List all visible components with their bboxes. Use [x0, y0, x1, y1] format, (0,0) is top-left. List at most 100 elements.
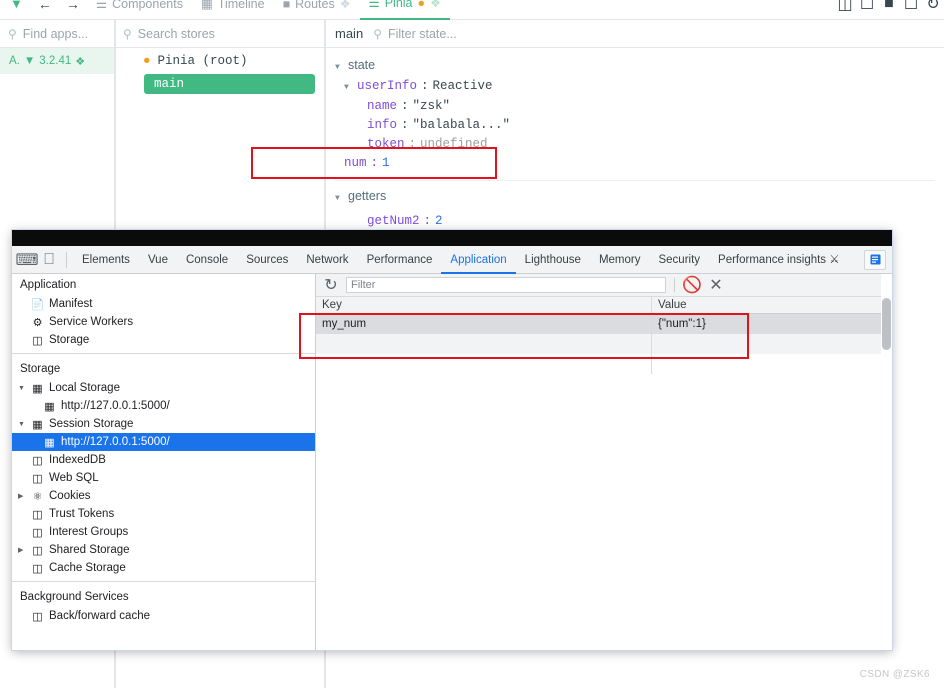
state-value: "balabala..."	[412, 118, 511, 132]
inspect-element-icon[interactable]: ⌨	[15, 247, 38, 273]
sidebar-item-local-storage-origin[interactable]: ▦ http://127.0.0.1:5000/	[12, 397, 315, 415]
filter-input[interactable]: Filter	[346, 277, 666, 293]
clear-all-icon[interactable]: 🚫	[682, 276, 702, 294]
cell-value[interactable]: {"num":1}	[652, 314, 892, 334]
sidebar-item-shared-storage[interactable]: ▶ ◫ Shared Storage	[12, 541, 315, 559]
gear-icon: ⚙	[32, 316, 43, 329]
tab-memory[interactable]: Memory	[590, 246, 650, 274]
window-layout-icon[interactable]: ☐	[900, 0, 922, 20]
sidebar-item-session-storage-origin[interactable]: ▦ http://127.0.0.1:5000/	[12, 433, 315, 451]
sidebar-item-session-storage[interactable]: ▼ ▦ Session Storage	[12, 415, 315, 433]
tab-performance-insights[interactable]: Performance insights ⚔	[709, 246, 849, 274]
state-key: num	[344, 156, 367, 170]
dark-mode-icon[interactable]: ■	[878, 0, 900, 20]
tab-security[interactable]: Security	[649, 246, 709, 274]
search-icon: ⚲	[123, 26, 132, 41]
state-row-num[interactable]: num: 1	[335, 154, 944, 173]
database-icon: ◫	[32, 472, 43, 485]
cell-value[interactable]	[652, 354, 892, 374]
app-list-item[interactable]: A. ▼ 3.2.41 ❖	[0, 48, 114, 74]
table-row[interactable]: my_num {"num":1}	[316, 314, 892, 334]
sidebar-item-web-sql[interactable]: ▶ ◫ Web SQL	[12, 469, 315, 487]
sidebar-layout-icon[interactable]: ◫	[834, 0, 856, 20]
tab-vue[interactable]: Vue	[139, 246, 177, 274]
table-row[interactable]	[316, 354, 892, 374]
sidebar-item-label: Session Storage	[49, 418, 134, 430]
tab-elements[interactable]: Elements	[73, 246, 139, 274]
vertical-scrollbar[interactable]	[881, 274, 892, 650]
sidebar-item-manifest[interactable]: ▶ 📄 Manifest	[12, 295, 315, 313]
refresh-icon[interactable]: ↻	[922, 0, 944, 20]
devtools-drawer-icon[interactable]	[864, 249, 886, 270]
tab-performance[interactable]: Performance	[358, 246, 442, 274]
search-stores-input[interactable]: ⚲ Search stores	[115, 20, 324, 48]
state-row-name[interactable]: name: "zsk"	[335, 97, 944, 116]
getters-group-label: getters	[348, 189, 387, 203]
sidebar-item-storage[interactable]: ▶ ◫ Storage	[12, 331, 315, 349]
sidebar-item-service-workers[interactable]: ▶ ⚙ Service Workers	[12, 313, 315, 331]
chevron-down-icon[interactable]: ▼	[18, 385, 26, 392]
state-row-info[interactable]: info: "balabala..."	[335, 116, 944, 135]
store-item-main[interactable]: main	[144, 74, 315, 94]
state-group-header[interactable]: ▼ state	[335, 56, 944, 77]
filter-state-placeholder: Filter state...	[387, 26, 457, 41]
state-key: userInfo	[357, 79, 418, 93]
column-header-value[interactable]: Value	[652, 297, 892, 313]
pinia-list-icon: ☰	[368, 0, 380, 10]
app-name: A.	[9, 55, 20, 67]
tab-sources[interactable]: Sources	[237, 246, 297, 274]
tab-performance-insights-label: Performance insights	[718, 253, 827, 266]
cell-key[interactable]	[316, 334, 652, 354]
tab-lighthouse[interactable]: Lighthouse	[516, 246, 590, 274]
getters-row-getnum2[interactable]: getNum2: 2	[335, 208, 944, 231]
timeline-icon: ▦	[200, 0, 213, 11]
sidebar-item-label: Cache Storage	[49, 562, 126, 574]
column-header-key[interactable]: Key	[316, 297, 652, 313]
chevron-right-icon[interactable]: ▶	[18, 492, 26, 500]
tab-application[interactable]: Application	[441, 246, 515, 274]
table-row[interactable]	[316, 334, 892, 354]
sidebar-item-label: Cookies	[49, 490, 91, 502]
state-value: Reactive	[432, 79, 493, 93]
sidebar-item-cookies[interactable]: ▶ ⚛ Cookies	[12, 487, 315, 505]
arrow-forward-icon[interactable]: →	[59, 0, 87, 12]
tab-pinia[interactable]: ☰ Pinia ● ❖	[359, 0, 450, 20]
cell-key[interactable]	[316, 354, 652, 374]
chevron-down-icon[interactable]: ▼	[18, 421, 26, 428]
tab-console[interactable]: Console	[177, 246, 237, 274]
sidebar-item-back-forward-cache[interactable]: ▶ ◫ Back/forward cache	[12, 607, 315, 625]
cell-value[interactable]	[652, 334, 892, 354]
tab-network[interactable]: Network	[297, 246, 357, 274]
state-value: 1	[382, 156, 390, 170]
panel-layout-icon[interactable]: ☐	[856, 0, 878, 20]
sidebar-item-cache-storage[interactable]: ▶ ◫ Cache Storage	[12, 559, 315, 577]
state-row-userinfo[interactable]: ▼ userInfo: Reactive	[335, 77, 944, 97]
state-value: undefined	[420, 137, 488, 151]
device-toolbar-icon[interactable]: ⎕	[38, 247, 60, 273]
state-key: name	[367, 99, 398, 113]
sidebar-item-interest-groups[interactable]: ▶ ◫ Interest Groups	[12, 523, 315, 541]
sidebar-item-indexeddb[interactable]: ▶ ◫ IndexedDB	[12, 451, 315, 469]
scrollbar-thumb[interactable]	[882, 298, 891, 350]
search-stores-placeholder: Search stores	[137, 26, 215, 41]
store-root-label[interactable]: ● Pinia (root)	[115, 48, 324, 72]
tab-components[interactable]: ☰ Components	[87, 0, 192, 20]
find-apps-search[interactable]: ⚲ Find apps...	[0, 20, 114, 48]
state-row-token[interactable]: token: undefined	[335, 135, 944, 154]
chevron-right-icon[interactable]: ▶	[18, 546, 26, 554]
state-group-label: state	[348, 58, 376, 72]
tab-routes[interactable]: ■ Routes ❖	[274, 0, 360, 20]
table-icon: ▦	[32, 382, 43, 395]
cookie-icon: ⚛	[32, 490, 43, 503]
chevron-down-icon: ▼	[335, 194, 340, 203]
tab-timeline[interactable]: ▦ Timeline	[192, 0, 274, 20]
sidebar-item-local-storage[interactable]: ▼ ▦ Local Storage	[12, 379, 315, 397]
cell-key[interactable]: my_num	[316, 314, 652, 334]
sidebar-item-trust-tokens[interactable]: ▶ ◫ Trust Tokens	[12, 505, 315, 523]
getters-group-header[interactable]: ▼ getters	[335, 187, 944, 208]
filter-state-input[interactable]: ⚲ Filter state...	[373, 27, 457, 41]
devtools-main: Application ▶ 📄 Manifest ▶ ⚙ Service Wor…	[12, 274, 892, 650]
delete-icon[interactable]: ✕	[707, 276, 725, 294]
arrow-back-icon[interactable]: ←	[31, 0, 59, 12]
refresh-icon[interactable]: ↻	[322, 276, 340, 294]
